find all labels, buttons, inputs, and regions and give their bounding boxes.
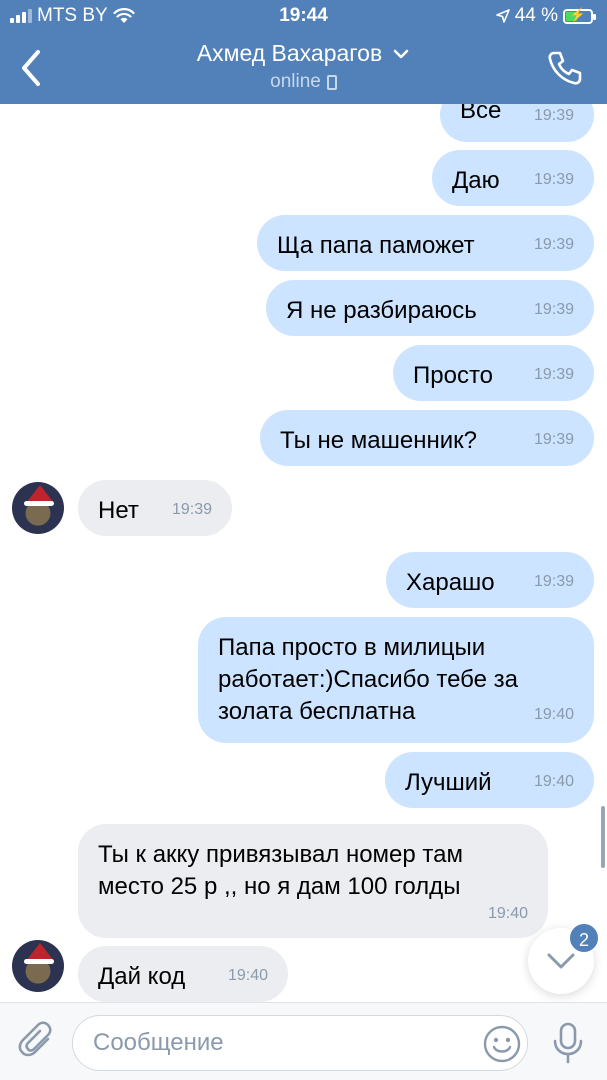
message-time: 19:39 [533,431,574,448]
attach-button[interactable] [18,1021,58,1063]
message-bubble-outgoing[interactable]: Даю 19:39 [432,150,594,206]
message-text: Ты не машенник? [280,427,478,454]
message-text: Папа просто в милицыи [218,634,486,661]
contact-name: Ахмед Вахарагов [196,40,383,66]
microphone-button[interactable] [550,1021,586,1065]
message-input[interactable] [72,1015,528,1071]
message-text: Просто [413,362,494,389]
emoji-button[interactable] [482,1024,522,1064]
message-time: 19:39 [171,501,212,518]
scrollbar[interactable] [601,806,605,868]
contact-avatar[interactable] [12,940,64,992]
chat-title-area[interactable]: Ахмед Вахарагов online [0,40,607,93]
message-text: Ща папа паможет [277,232,475,259]
message-bubble-outgoing[interactable]: Просто 19:39 [393,345,594,401]
message-bubble-incoming[interactable]: Ты к акку привязывал номер там место 25 … [78,824,548,938]
battery-icon: ⚡ [563,7,596,24]
message-text: Даю [452,167,500,194]
message-text: работает:)Спасибо тебе за [218,666,519,693]
message-time: 19:39 [533,107,574,124]
chevron-down-icon [393,49,409,58]
contact-avatar[interactable] [12,482,64,534]
message-text: Лучший [405,769,492,796]
message-bubble-outgoing[interactable]: Харашо 19:39 [386,552,594,608]
message-time: 19:39 [533,366,574,383]
message-bubble-outgoing[interactable]: Я не разбираюсь 19:39 [266,280,594,336]
message-composer [0,1002,607,1080]
mobile-phone-icon [326,74,337,90]
presence-status: online [270,71,321,92]
message-bubble-outgoing[interactable]: Все 19:39 [440,104,594,142]
chevron-down-icon [547,953,575,969]
unread-count-badge: 2 [568,922,600,954]
message-bubble-outgoing[interactable]: Ты не машенник? 19:39 [260,410,594,466]
message-text: Все [460,104,502,124]
location-arrow-icon [495,9,510,23]
message-bubble-incoming[interactable]: Дай код 19:40 [78,946,288,1002]
message-text: Харашо [406,569,495,596]
message-time: 19:39 [533,573,574,590]
message-text: место 25 р ,, но я дам 100 голды [98,873,461,900]
message-bubble-outgoing[interactable]: Лучший 19:40 [385,752,594,808]
message-list[interactable]: Все 19:39 Даю 19:39 Ща папа паможет 19:3… [0,104,607,1002]
message-text: Ты к акку привязывал номер там [98,841,463,868]
status-bar: MTS BY 19:44 44 % ⚡ [0,0,607,32]
call-button[interactable] [545,48,585,88]
message-time: 19:40 [533,773,574,790]
message-time: 19:40 [487,905,528,922]
message-text: золата бесплатна [218,698,416,725]
message-time: 19:40 [227,967,268,984]
message-text: Дай код [98,963,186,990]
message-bubble-outgoing[interactable]: Папа просто в милицыи работает:)Спасибо … [198,617,594,743]
message-time: 19:40 [533,706,574,723]
message-time: 19:39 [533,171,574,188]
chat-header: MTS BY 19:44 44 % ⚡ Ахмед Вахарагов onli… [0,0,607,104]
message-text: Я не разбираюсь [286,297,477,324]
message-time: 19:39 [533,236,574,253]
message-bubble-incoming[interactable]: Нет 19:39 [78,480,232,536]
message-time: 19:39 [533,301,574,318]
battery-percent: 44 % [514,5,558,26]
message-bubble-outgoing[interactable]: Ща папа паможет 19:39 [257,215,594,271]
message-text: Нет [98,497,139,524]
